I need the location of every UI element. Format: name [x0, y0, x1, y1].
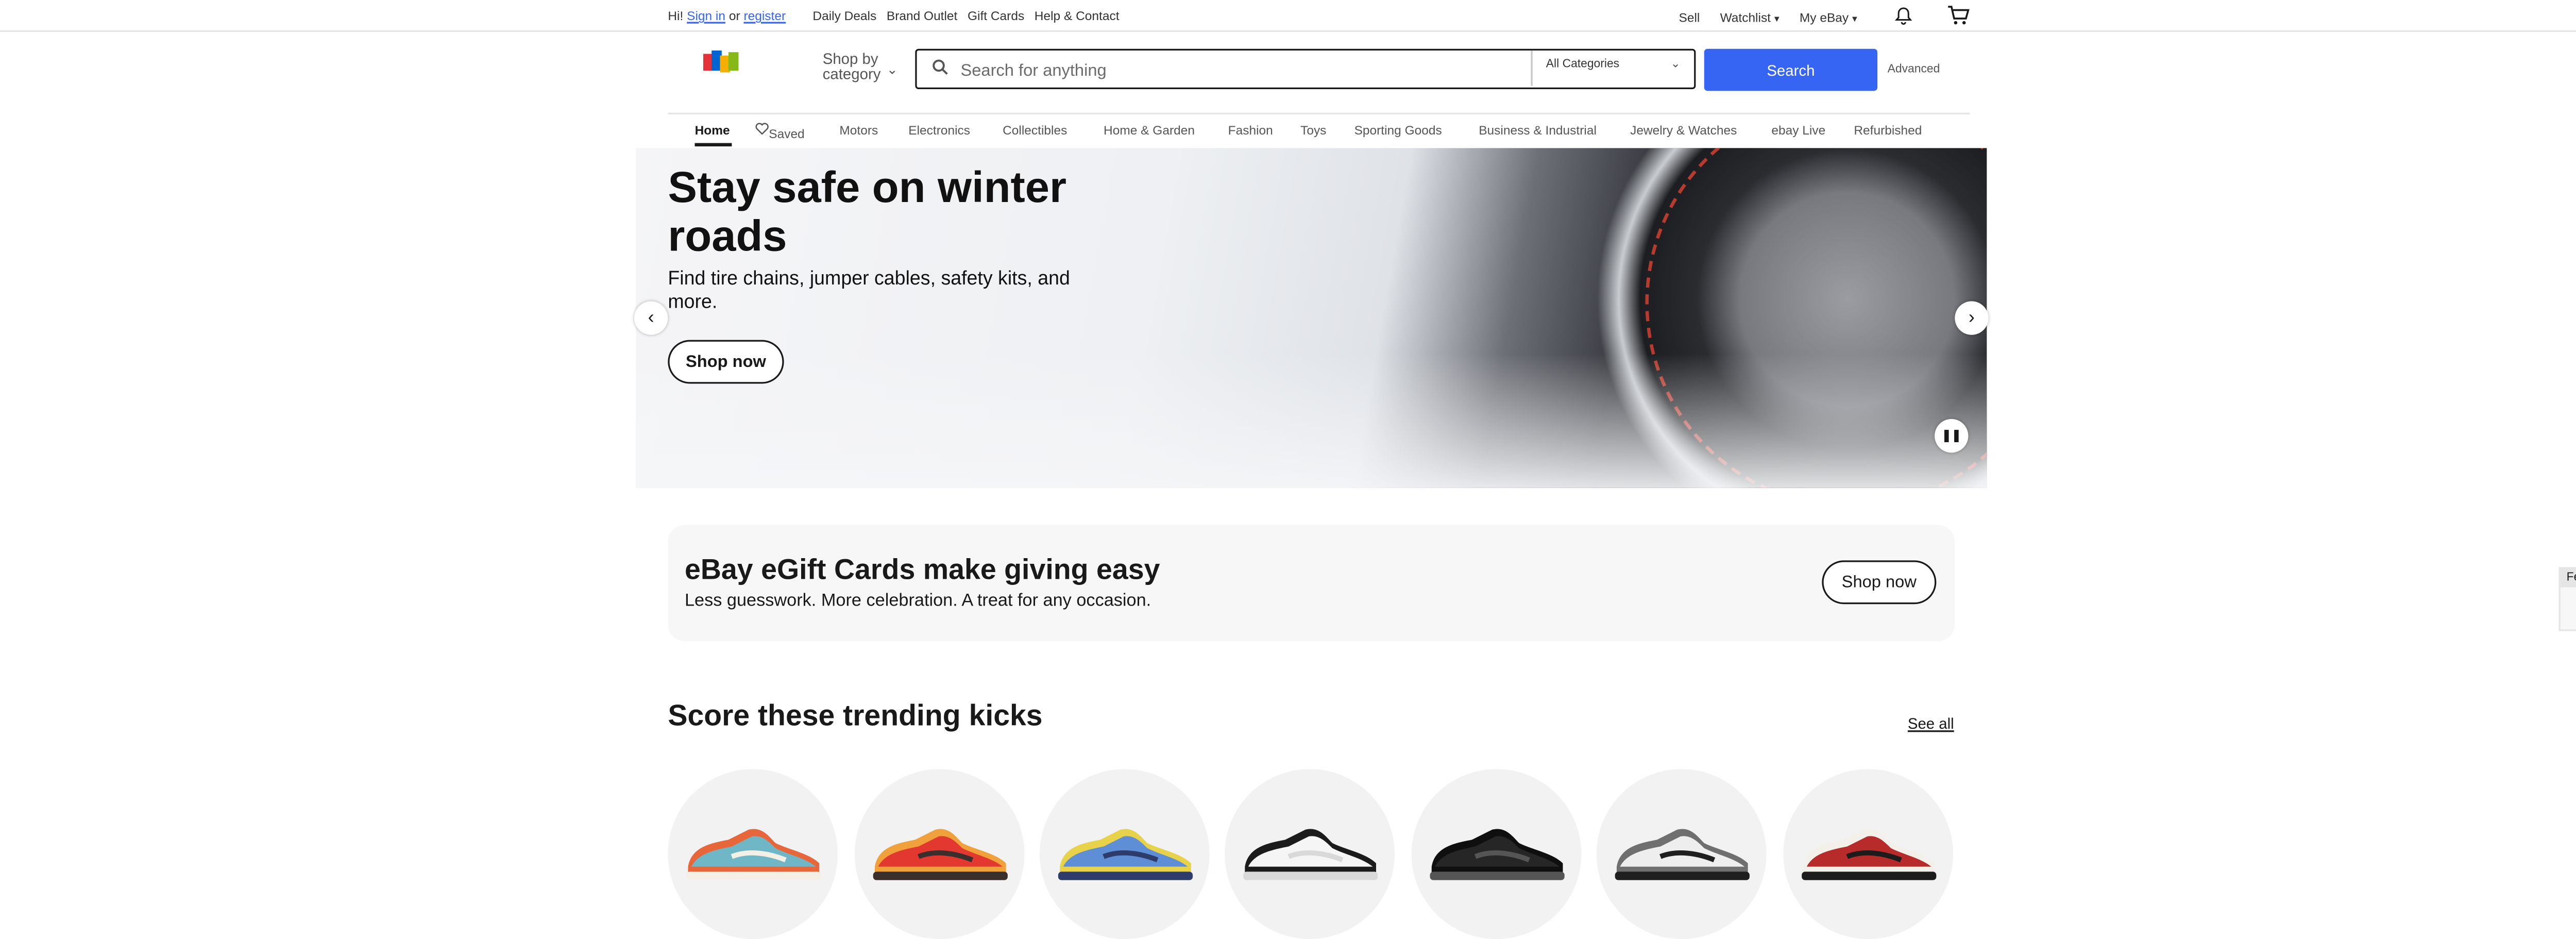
search-button[interactable]: Search	[1704, 48, 1878, 91]
advanced-search-link[interactable]: Advanced	[1888, 64, 1940, 76]
egift-banner[interactable]: eBay eGift Cards make giving easy Less g…	[668, 525, 1955, 642]
shop-by-category[interactable]: Shop by category	[823, 52, 881, 82]
trending-kick-sneaker-grey-white[interactable]	[1596, 769, 1767, 939]
page: Hi! Sign in or register Daily Deals Bran…	[0, 0, 2576, 939]
hero-banner[interactable]: Stay safe on winter roads Find tire chai…	[636, 148, 1987, 488]
nav-ebay-live[interactable]: ebay Live	[1771, 123, 1825, 138]
ebay-logo[interactable]	[703, 50, 740, 74]
feedback-widget[interactable]: Feedback	[2558, 567, 2576, 631]
nav-home-garden[interactable]: Home & Garden	[1104, 123, 1195, 138]
search-input[interactable]	[957, 55, 1519, 86]
see-all-link[interactable]: See all	[1908, 715, 1954, 732]
nav-fashion[interactable]: Fashion	[1228, 123, 1273, 138]
sneaker-image	[1058, 829, 1193, 880]
trending-kick-sneaker-blue-yellow[interactable]	[1039, 769, 1210, 939]
chevron-down-icon: ⌄	[1670, 59, 1681, 71]
notification-bell-icon[interactable]	[1894, 6, 1913, 27]
egift-title: eBay eGift Cards make giving easy	[684, 554, 1160, 586]
gift-cards-link[interactable]: Gift Cards	[968, 8, 1024, 23]
nav-home[interactable]: Home	[695, 123, 730, 138]
hero-subtitle: Find tire chains, jumper cables, safety …	[668, 269, 1070, 313]
top-right-links: Sell Watchlist ▾ My eBay ▾	[1679, 5, 1970, 29]
nav-jewelry-watches[interactable]: Jewelry & Watches	[1630, 123, 1737, 138]
feedback-label: Feedback	[2560, 568, 2576, 588]
nav-motors[interactable]: Motors	[839, 123, 878, 138]
heart-icon	[755, 123, 769, 135]
nav-business-industrial[interactable]: Business & Industrial	[1479, 123, 1597, 138]
snow-image	[636, 353, 1987, 488]
sign-in-link[interactable]: Sign in	[687, 8, 725, 23]
nav-saved[interactable]: Saved	[755, 123, 805, 141]
watchlist-link[interactable]: Watchlist ▾	[1720, 9, 1780, 24]
nav-refurbished[interactable]: Refurbished	[1854, 123, 1922, 138]
trending-title: Score these trending kicks	[668, 698, 1043, 732]
trending-kick-sneaker-teal-orange[interactable]	[668, 769, 838, 939]
sneaker-image	[1430, 829, 1565, 880]
hero-shop-now-button[interactable]: Shop now	[668, 340, 784, 384]
or-text: or	[728, 8, 740, 24]
search-icon	[932, 59, 949, 80]
chevron-down-icon: ▾	[1774, 14, 1780, 25]
register-link[interactable]: register	[743, 8, 786, 23]
category-nav: Home Saved Motors Electronics Collectibl…	[695, 120, 1943, 141]
carousel-prev-button[interactable]: ‹	[634, 301, 668, 335]
carousel-next-button[interactable]: ›	[1955, 301, 1989, 335]
egift-shop-now-button[interactable]: Shop now	[1822, 560, 1937, 605]
greeting: Hi! Sign in or register	[668, 8, 786, 24]
trending-kick-sneaker-white-black[interactable]	[1225, 769, 1395, 939]
nav-active-indicator	[694, 143, 732, 147]
sneaker-image	[1243, 829, 1378, 880]
help-contact-link[interactable]: Help & Contact	[1035, 8, 1120, 23]
chevron-right-icon: ›	[1968, 308, 1975, 328]
daily-deals-link[interactable]: Daily Deals	[812, 8, 876, 23]
cart-icon[interactable]	[1946, 5, 1970, 29]
nav-toys[interactable]: Toys	[1300, 123, 1326, 138]
trending-kick-sneaker-black[interactable]	[1411, 769, 1582, 939]
search-bar: All Categories ⌄	[915, 48, 1696, 90]
egift-subtitle: Less guesswork. More celebration. A trea…	[684, 591, 1151, 611]
sneaker-image	[1615, 829, 1750, 880]
nav-collectibles[interactable]: Collectibles	[1003, 123, 1067, 138]
sneaker-image	[686, 829, 821, 880]
sneaker-image	[1802, 829, 1937, 880]
category-select[interactable]: All Categories	[1546, 59, 1619, 71]
nav-electronics[interactable]: Electronics	[908, 123, 970, 138]
trending-kick-sneaker-red-white[interactable]	[1783, 769, 1954, 939]
sneaker-image	[873, 829, 1008, 880]
sell-link[interactable]: Sell	[1679, 9, 1700, 24]
top-left-links: Hi! Sign in or register Daily Deals Bran…	[668, 8, 1119, 23]
search-divider	[1531, 50, 1533, 86]
hero-title: Stay safe on winter roads	[668, 161, 1067, 261]
chevron-down-icon: ⌄	[886, 62, 898, 78]
my-ebay-link[interactable]: My eBay ▾	[1800, 9, 1857, 24]
top-utility-bar: Hi! Sign in or register Daily Deals Bran…	[668, 0, 1970, 30]
pause-icon: ❚❚	[1941, 430, 1961, 443]
brand-outlet-link[interactable]: Brand Outlet	[887, 8, 957, 23]
carousel-pause-button[interactable]: ❚❚	[1935, 419, 1969, 453]
top-divider	[0, 30, 2576, 32]
nav-sporting-goods[interactable]: Sporting Goods	[1354, 123, 1442, 138]
chevron-down-icon: ▾	[1852, 14, 1857, 25]
trending-kick-sneaker-red[interactable]	[854, 769, 1025, 939]
nav-divider	[668, 112, 1970, 115]
chevron-left-icon: ‹	[648, 308, 654, 328]
